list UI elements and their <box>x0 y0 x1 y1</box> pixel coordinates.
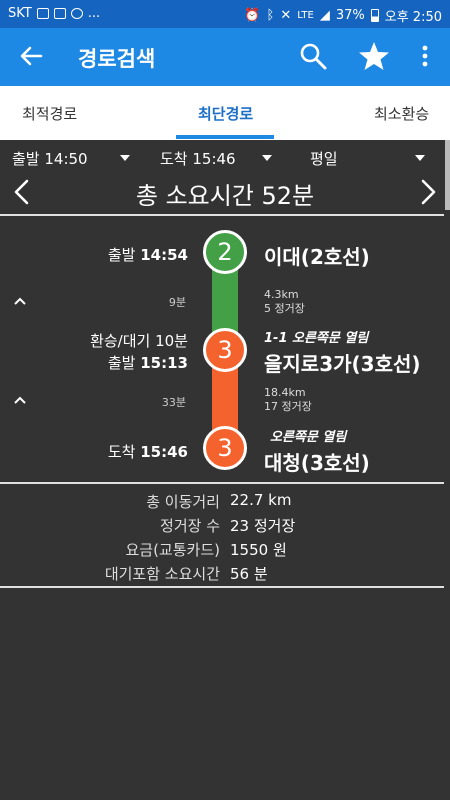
summary-stops-value: 23 정거장 <box>230 517 296 535</box>
chat-icon <box>70 8 83 19</box>
status-bar: SKT ... ⏰ ᛒ ✕ LTE ◢ 37% 오후 2:50 <box>0 0 450 28</box>
gallery-icon <box>36 8 49 19</box>
segment2-distance: 18.4km <box>264 386 306 399</box>
arrive-time-select[interactable]: 도착 15:46 <box>160 148 236 169</box>
alarm-icon: ⏰ <box>244 8 261 23</box>
instagram-icon <box>53 8 66 19</box>
segment2-duration: 33분 <box>161 396 186 409</box>
line2-badge: 2 <box>203 230 247 274</box>
battery-icon <box>370 9 379 22</box>
divider <box>0 482 444 484</box>
clock: 오후 2:50 <box>384 10 442 25</box>
segment1-stops: 5 정거장 <box>264 302 305 315</box>
app-bar: 경로검색 <box>0 28 450 86</box>
line3-badge: 3 <box>203 328 247 372</box>
chevron-right-icon[interactable] <box>416 178 440 206</box>
divider <box>0 586 444 588</box>
summary-fare-label: 요금(교통카드) <box>125 541 220 559</box>
station-euljiro3ga: 을지로3가(3호선) <box>264 352 421 376</box>
summary-total-time-label: 대기포함 소요시간 <box>104 565 220 583</box>
time-selector-row: 출발 14:50 도착 15:46 평일 <box>0 144 450 172</box>
stop2-door-info: 1-1 오른쪽문 열림 <box>264 331 369 346</box>
stop1-time-label: 출발 14:54 <box>107 246 188 264</box>
stop3-door-info: 오른쪽문 열림 <box>270 430 347 445</box>
arrive-dropdown-icon[interactable] <box>262 155 272 161</box>
tab-shortest-route[interactable]: 최단경로 <box>198 103 253 124</box>
tab-optimal-route[interactable]: 최적경로 <box>22 103 77 124</box>
summary-stops-label: 정거장 수 <box>160 517 220 535</box>
depart-dropdown-icon[interactable] <box>120 155 130 161</box>
summary-fare-value: 1550 원 <box>230 541 287 559</box>
route-tabs: 최적경로 최단경로 최소환승 <box>0 86 450 140</box>
page-title: 경로검색 <box>78 47 156 71</box>
segment1-distance: 4.3km <box>264 288 299 301</box>
station-daecheong: 대청(3호선) <box>264 451 370 475</box>
segment2-stops: 17 정거장 <box>264 400 312 413</box>
summary-distance-label: 총 이동거리 <box>146 493 220 511</box>
depart-time-select[interactable]: 출발 14:50 <box>12 148 88 169</box>
tab-min-transfer[interactable]: 최소환승 <box>374 103 429 124</box>
bluetooth-icon: ᛒ <box>266 8 275 23</box>
collapse-icon[interactable] <box>12 394 28 406</box>
summary-total-time-value: 56 분 <box>230 565 268 583</box>
more-vert-icon[interactable] <box>414 41 436 71</box>
day-type-select[interactable]: 평일 <box>310 148 338 169</box>
line3-badge: 3 <box>203 426 247 470</box>
signal-icon: ◢ <box>319 8 330 23</box>
star-icon[interactable] <box>358 40 390 72</box>
collapse-icon[interactable] <box>12 295 28 307</box>
lte-label: LTE <box>297 10 314 21</box>
battery-percent: 37% <box>335 8 365 23</box>
back-arrow-icon[interactable] <box>16 41 46 71</box>
search-icon[interactable] <box>298 41 328 71</box>
segment1-duration: 9분 <box>168 296 186 309</box>
summary-distance-value: 22.7 km <box>230 491 292 509</box>
divider <box>0 214 444 216</box>
stop2-time-label: 출발 15:13 <box>107 354 188 372</box>
transfer-wait-label: 환승/대기 10분 <box>90 332 188 350</box>
stop3-time-label: 도착 15:46 <box>107 443 188 461</box>
tab-selected-indicator <box>176 135 274 139</box>
carrier-label: SKT <box>8 6 32 21</box>
total-time: 총 소요시간 52분 <box>135 182 315 210</box>
mute-icon: ✕ <box>280 8 292 23</box>
day-dropdown-icon[interactable] <box>415 155 425 161</box>
station-ewha: 이대(2호선) <box>264 245 370 269</box>
route-navigator: 총 소요시간 52분 <box>0 172 450 212</box>
more-notifications-icon: ... <box>87 6 101 21</box>
